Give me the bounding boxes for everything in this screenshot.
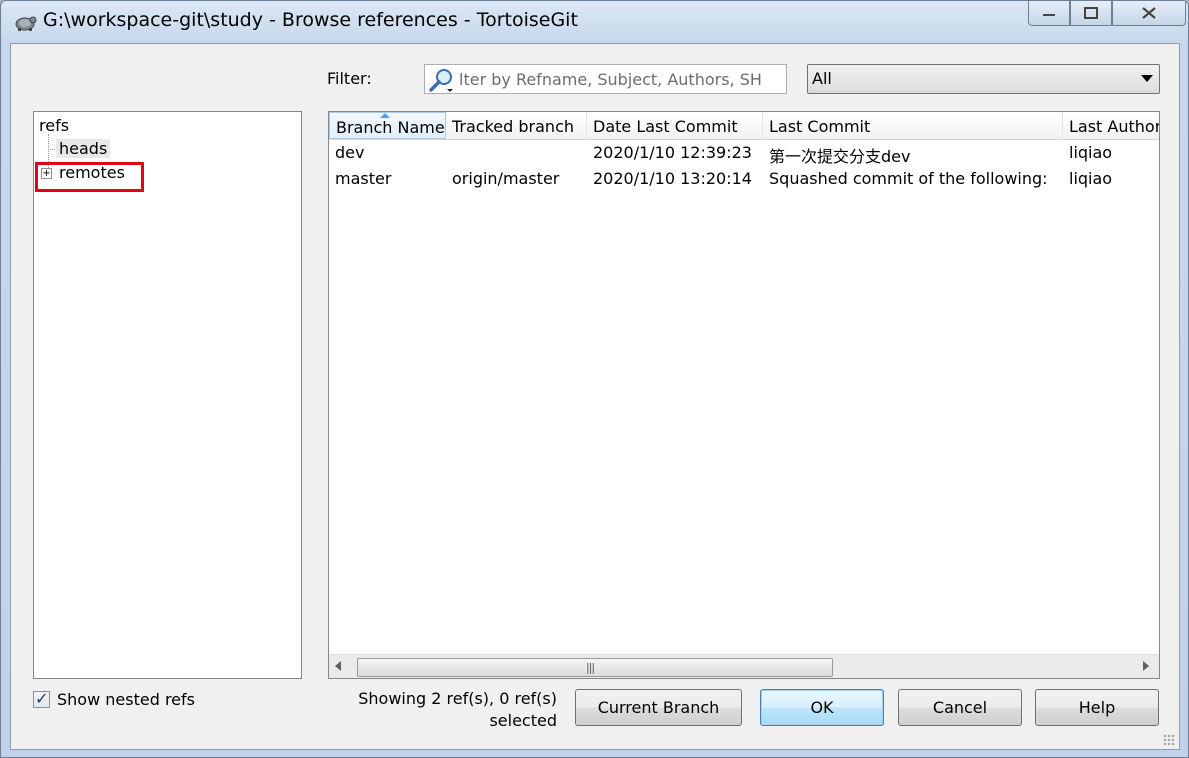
cell-last-commit: 第一次提交分支dev — [769, 147, 911, 166]
window-controls — [1028, 1, 1186, 26]
cell-last-commit: Squashed commit of the following: — [769, 169, 1048, 188]
browse-references-window: G:\workspace-git\study - Browse referenc… — [0, 0, 1189, 758]
status-line: selected — [489, 711, 557, 730]
scrollbar-thumb[interactable]: ||| — [357, 658, 833, 677]
maximize-button[interactable] — [1070, 1, 1112, 26]
sort-ascending-icon — [380, 113, 390, 118]
scroll-left-icon[interactable] — [335, 661, 341, 671]
filter-label: Filter: — [327, 69, 372, 88]
dialog-client-area: Filter: All refs heads + remotes — [10, 43, 1180, 750]
filter-input[interactable] — [459, 68, 781, 90]
list-header: Branch Name Tracked branch Date Last Com… — [329, 112, 1159, 140]
table-row[interactable]: dev 2020/1/10 12:39:23 第一次提交分支dev liqiao — [329, 140, 1159, 166]
maximize-icon — [1084, 7, 1098, 19]
column-header-last-author[interactable]: Last Author — [1063, 112, 1160, 139]
status-line: Showing 2 ref(s), 0 ref(s) — [358, 689, 557, 708]
minimize-icon — [1043, 14, 1055, 16]
status-text: Showing 2 ref(s), 0 ref(s) selected — [341, 688, 557, 732]
tree-node-heads[interactable]: heads — [56, 139, 111, 158]
minimize-button[interactable] — [1028, 1, 1070, 26]
title-bar[interactable]: G:\workspace-git\study - Browse referenc… — [1, 1, 1188, 43]
cell-branch-name: master — [335, 169, 392, 188]
refs-list[interactable]: Branch Name Tracked branch Date Last Com… — [328, 111, 1160, 679]
resize-grip-icon[interactable] — [1163, 734, 1175, 746]
column-header-label: Date Last Commit — [593, 117, 738, 136]
column-header-label: Tracked branch — [452, 117, 574, 136]
window-title: G:\workspace-git\study - Browse referenc… — [43, 9, 578, 31]
filter-scope-value: All — [812, 69, 832, 88]
help-button[interactable]: Help — [1035, 689, 1159, 726]
cell-tracked-branch: origin/master — [452, 169, 560, 188]
checkmark-icon: ✓ — [35, 689, 49, 708]
grip-icon: ||| — [586, 661, 595, 674]
cancel-button[interactable]: Cancel — [898, 689, 1022, 726]
column-header-date-last-commit[interactable]: Date Last Commit — [587, 112, 763, 139]
column-header-branch-name[interactable]: Branch Name — [329, 112, 446, 139]
column-header-label: Last Author — [1069, 117, 1160, 136]
close-icon — [1142, 7, 1156, 19]
current-branch-button[interactable]: Current Branch — [575, 689, 742, 726]
column-header-last-commit[interactable]: Last Commit — [763, 112, 1063, 139]
highlight-annotation-box — [35, 162, 144, 192]
cell-date-last-commit: 2020/1/10 12:39:23 — [593, 143, 752, 162]
show-nested-refs-label[interactable]: Show nested refs — [57, 690, 195, 709]
search-icon[interactable] — [427, 67, 457, 93]
cell-branch-name: dev — [335, 143, 365, 162]
column-header-label: Branch Name — [336, 118, 445, 137]
scroll-right-icon[interactable] — [1143, 661, 1149, 671]
filter-box[interactable] — [424, 64, 787, 94]
show-nested-refs-checkbox[interactable]: ✓ — [33, 689, 50, 708]
table-row[interactable]: master origin/master 2020/1/10 13:20:14 … — [329, 166, 1159, 192]
cell-last-author: liqiao — [1069, 143, 1113, 162]
horizontal-scrollbar[interactable]: ||| — [329, 654, 1159, 678]
refs-tree[interactable]: refs heads + remotes — [33, 111, 302, 679]
ok-button[interactable]: OK — [760, 689, 884, 726]
filter-scope-dropdown[interactable]: All — [807, 64, 1160, 94]
cell-date-last-commit: 2020/1/10 13:20:14 — [593, 169, 752, 188]
tree-node-refs[interactable]: refs — [39, 116, 69, 135]
cell-last-author: liqiao — [1069, 169, 1113, 188]
column-header-tracked-branch[interactable]: Tracked branch — [446, 112, 587, 139]
tortoisegit-app-icon — [15, 16, 37, 31]
column-header-label: Last Commit — [769, 117, 871, 136]
close-button[interactable] — [1112, 1, 1186, 26]
chevron-down-icon — [1141, 75, 1153, 82]
